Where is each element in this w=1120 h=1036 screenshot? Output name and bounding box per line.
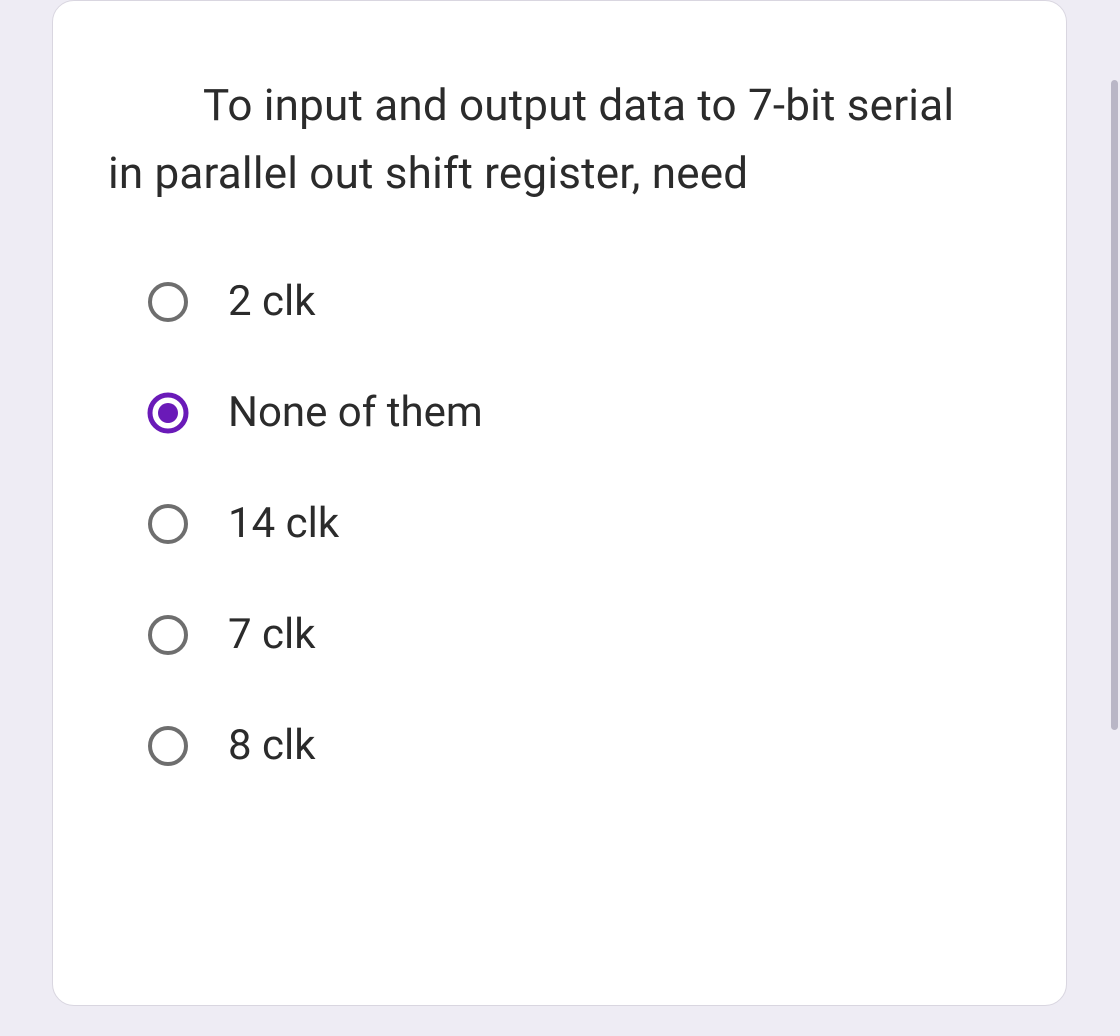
option-label: 7 clk xyxy=(228,610,316,659)
radio-unselected-icon xyxy=(146,613,190,657)
question-text: To input and output data to 7-bit serial… xyxy=(108,71,981,207)
option-label: 14 clk xyxy=(228,499,339,548)
option-4[interactable]: 8 clk xyxy=(146,721,981,770)
option-3[interactable]: 7 clk xyxy=(146,610,981,659)
question-card: To input and output data to 7-bit serial… xyxy=(52,0,1067,1006)
option-label: 8 clk xyxy=(228,721,316,770)
scrollbar-thumb[interactable] xyxy=(1111,80,1118,730)
radio-unselected-icon xyxy=(146,724,190,768)
radio-selected-icon xyxy=(146,391,190,435)
option-label: 2 clk xyxy=(228,277,316,326)
option-label: None of them xyxy=(228,388,483,437)
viewport: To input and output data to 7-bit serial… xyxy=(0,0,1120,1036)
options-group: 2 clk None of them 14 clk xyxy=(108,277,981,770)
option-2[interactable]: 14 clk xyxy=(146,499,981,548)
radio-unselected-icon xyxy=(146,502,190,546)
option-1[interactable]: None of them xyxy=(146,388,981,437)
question-text-value: To input and output data to 7-bit serial… xyxy=(108,79,954,199)
radio-unselected-icon xyxy=(146,280,190,324)
option-0[interactable]: 2 clk xyxy=(146,277,981,326)
scrollbar-track[interactable] xyxy=(1110,80,1120,730)
